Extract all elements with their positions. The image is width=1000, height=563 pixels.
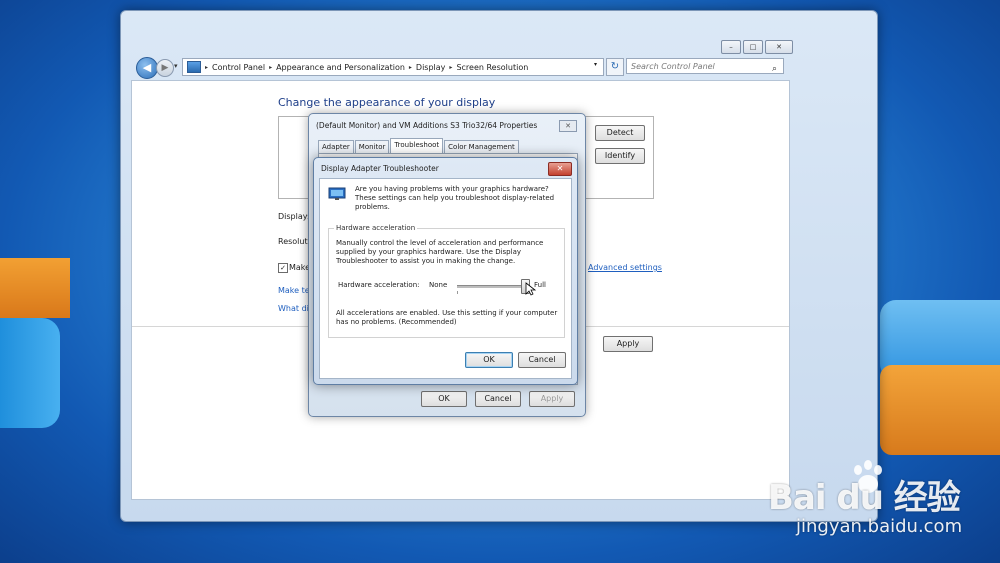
watermark-logo: Bai du 经验 <box>768 478 961 518</box>
troubleshooter-intro: Are you having problems with your graphi… <box>355 185 555 211</box>
breadcrumb-separator-icon: ▸ <box>269 63 273 71</box>
troubleshooter-body: Are you having problems with your graphi… <box>319 178 572 379</box>
acceleration-status-text: All accelerations are enabled. Use this … <box>336 309 558 326</box>
page-title: Change the appearance of your display <box>278 96 496 109</box>
breadcrumb-separator-icon: ▸ <box>449 63 453 71</box>
breadcrumb-separator-icon: ▸ <box>205 63 209 71</box>
troubleshooter-cancel-button[interactable]: Cancel <box>518 352 566 368</box>
navigation-bar: ◀ ▶ ▾ ▸ Control Panel ▸ Appearance and P… <box>136 57 788 79</box>
acceleration-slider-track[interactable] <box>457 285 525 288</box>
properties-dialog-title: (Default Monitor) and VM Additions S3 Tr… <box>316 121 538 130</box>
make-text-link[interactable]: Make te <box>278 286 310 295</box>
back-button[interactable]: ◀ <box>136 57 158 79</box>
search-placeholder: Search Control Panel <box>631 62 715 71</box>
search-input[interactable]: Search Control Panel ⌕ <box>626 58 784 74</box>
minimize-button[interactable]: – <box>721 40 741 54</box>
hardware-acceleration-group: Hardware acceleration Manually control t… <box>328 224 565 338</box>
forward-button[interactable]: ▶ <box>156 59 174 77</box>
troubleshooter-close-button[interactable]: ✕ <box>548 162 572 176</box>
properties-apply-button[interactable]: Apply <box>529 391 575 407</box>
search-icon[interactable]: ⌕ <box>772 61 777 77</box>
address-bar[interactable]: ▸ Control Panel ▸ Appearance and Persona… <box>182 58 604 76</box>
group-label: Hardware acceleration <box>334 224 418 232</box>
desktop-decoration <box>0 258 70 318</box>
baidu-watermark: Bai du 经验 jingyan.baidu.com <box>768 458 1000 558</box>
breadcrumb-display[interactable]: Display <box>416 63 446 72</box>
display-label: Display: <box>278 212 310 221</box>
slider-label: Hardware acceleration: <box>338 281 420 289</box>
breadcrumb-separator-icon: ▸ <box>408 63 412 71</box>
address-dropdown-icon[interactable]: ▾ <box>594 61 597 68</box>
breadcrumb-appearance[interactable]: Appearance and Personalization <box>276 63 405 72</box>
slider-max-label: Full <box>534 281 546 289</box>
breadcrumb-screen-resolution[interactable]: Screen Resolution <box>456 63 528 72</box>
desktop-decoration <box>880 365 1000 455</box>
maximize-button[interactable]: □ <box>743 40 763 54</box>
desktop-decoration <box>0 318 60 428</box>
watermark-url: jingyan.baidu.com <box>796 516 963 537</box>
properties-cancel-button[interactable]: Cancel <box>475 391 521 407</box>
window-controls: – □ ✕ <box>719 40 793 54</box>
apply-button[interactable]: Apply <box>603 336 653 352</box>
identify-button[interactable]: Identify <box>595 148 645 164</box>
slider-min-label: None <box>429 281 448 289</box>
tab-adapter[interactable]: Adapter <box>318 140 354 153</box>
breadcrumb-control-panel[interactable]: Control Panel <box>212 63 265 72</box>
detect-button[interactable]: Detect <box>595 125 645 141</box>
refresh-button[interactable]: ↻ <box>606 58 624 76</box>
close-button[interactable]: ✕ <box>765 40 793 54</box>
make-text-checkbox[interactable]: ✓ <box>278 263 288 273</box>
tab-monitor[interactable]: Monitor <box>354 140 390 153</box>
troubleshooter-title: Display Adapter Troubleshooter <box>321 164 439 173</box>
group-description: Manually control the level of accelerati… <box>336 239 544 265</box>
history-dropdown-icon[interactable]: ▾ <box>174 62 178 70</box>
control-panel-icon <box>187 61 201 73</box>
monitor-icon <box>328 187 346 200</box>
troubleshooter-dialog: Display Adapter Troubleshooter ✕ Are you… <box>313 157 578 385</box>
troubleshooter-ok-button[interactable]: OK <box>465 352 513 368</box>
advanced-settings-link[interactable]: Advanced settings <box>588 263 662 272</box>
tab-troubleshoot[interactable]: Troubleshoot <box>390 138 444 153</box>
tab-color-management[interactable]: Color Management <box>444 140 519 153</box>
make-text-label: Make <box>289 263 311 272</box>
properties-tabs: Adapter Monitor Troubleshoot Color Manag… <box>318 138 520 153</box>
properties-ok-button[interactable]: OK <box>421 391 467 407</box>
slider-ticks <box>457 291 527 294</box>
properties-close-button[interactable]: ✕ <box>559 120 577 132</box>
